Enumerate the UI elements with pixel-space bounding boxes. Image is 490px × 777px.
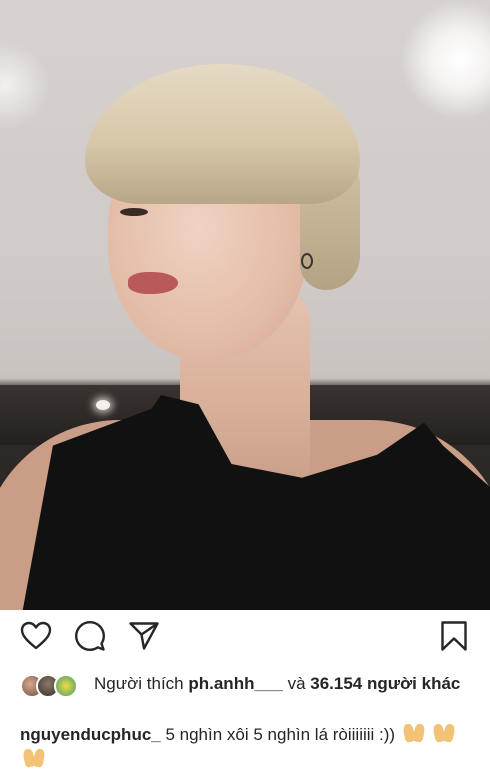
likes-summary[interactable]: Người thích ph.anhh___ và 36.154 người k…: [94, 672, 464, 695]
post-caption: nguyenducphuc_ 5 nghìn xôi 5 nghìn lá rò…: [20, 722, 480, 772]
likes-prefix: Người thích: [94, 674, 184, 693]
caption-text: 5 nghìn xôi 5 nghìn lá ròiiiiiii :)): [165, 725, 396, 744]
caption-username[interactable]: nguyenducphuc_: [20, 725, 161, 744]
folded-hands-icon: [22, 748, 46, 768]
background-bulb: [96, 400, 110, 410]
likes-count[interactable]: 36.154: [310, 674, 362, 693]
folded-hands-icon: [402, 723, 426, 743]
likes-suffix[interactable]: người khác: [367, 674, 460, 693]
folded-hands-icon: [432, 723, 456, 743]
avatar: [54, 674, 78, 698]
lips: [128, 272, 178, 294]
liker-username[interactable]: ph.anhh___: [188, 674, 282, 693]
post-action-bar: [0, 618, 490, 666]
ambient-light: [0, 40, 50, 130]
comment-icon[interactable]: [72, 618, 108, 654]
post-photo[interactable]: [0, 0, 490, 610]
left-eye: [120, 208, 148, 216]
heart-icon[interactable]: [18, 618, 54, 654]
hair: [85, 64, 360, 204]
likes-row[interactable]: Người thích ph.anhh___ và 36.154 người k…: [20, 672, 480, 700]
likes-connector: và: [287, 674, 306, 693]
liker-avatars: [20, 672, 90, 700]
bookmark-icon[interactable]: [436, 618, 472, 654]
ceiling-light: [400, 0, 490, 120]
earring: [301, 253, 313, 269]
share-icon[interactable]: [126, 618, 162, 654]
